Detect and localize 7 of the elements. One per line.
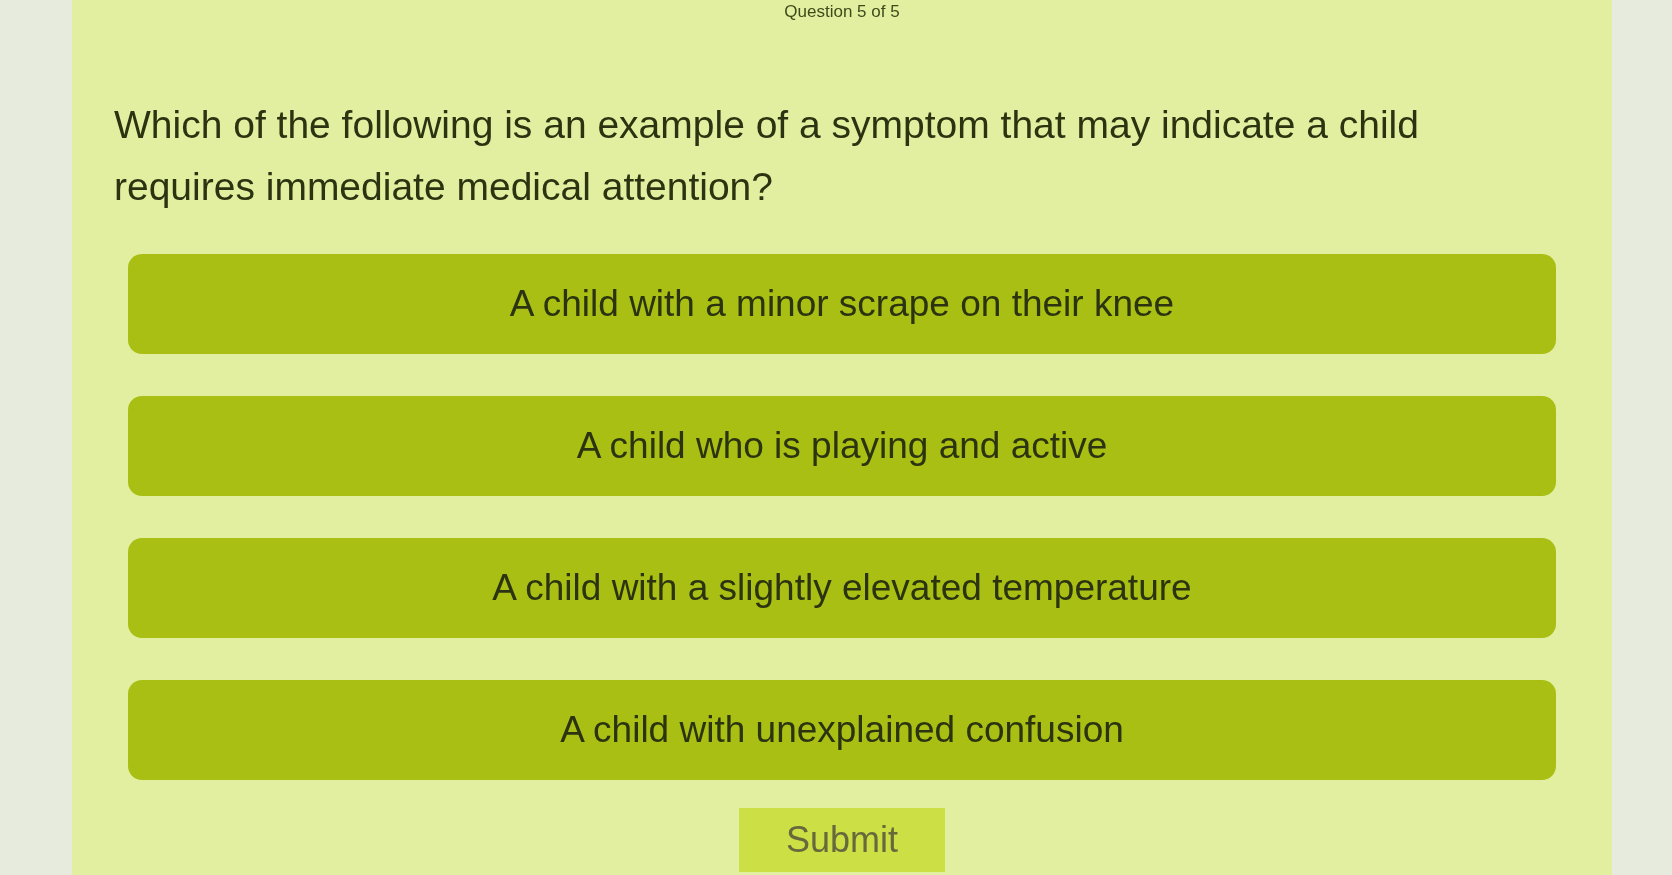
question-number-text: Question 5 of 5 (784, 2, 900, 22)
answer-option[interactable]: A child with unexplained confusion (128, 680, 1556, 780)
answer-option[interactable]: A child who is playing and active (128, 396, 1556, 496)
answer-option[interactable]: A child with a slightly elevated temperature (128, 538, 1556, 638)
answer-option[interactable]: A child with a minor scrape on their knee (128, 254, 1556, 354)
question-text: Which of the following is an example of a symptom that may indicate a child requires immediate medical attention? (114, 102, 1420, 210)
submit-button[interactable]: Submit (739, 808, 945, 872)
